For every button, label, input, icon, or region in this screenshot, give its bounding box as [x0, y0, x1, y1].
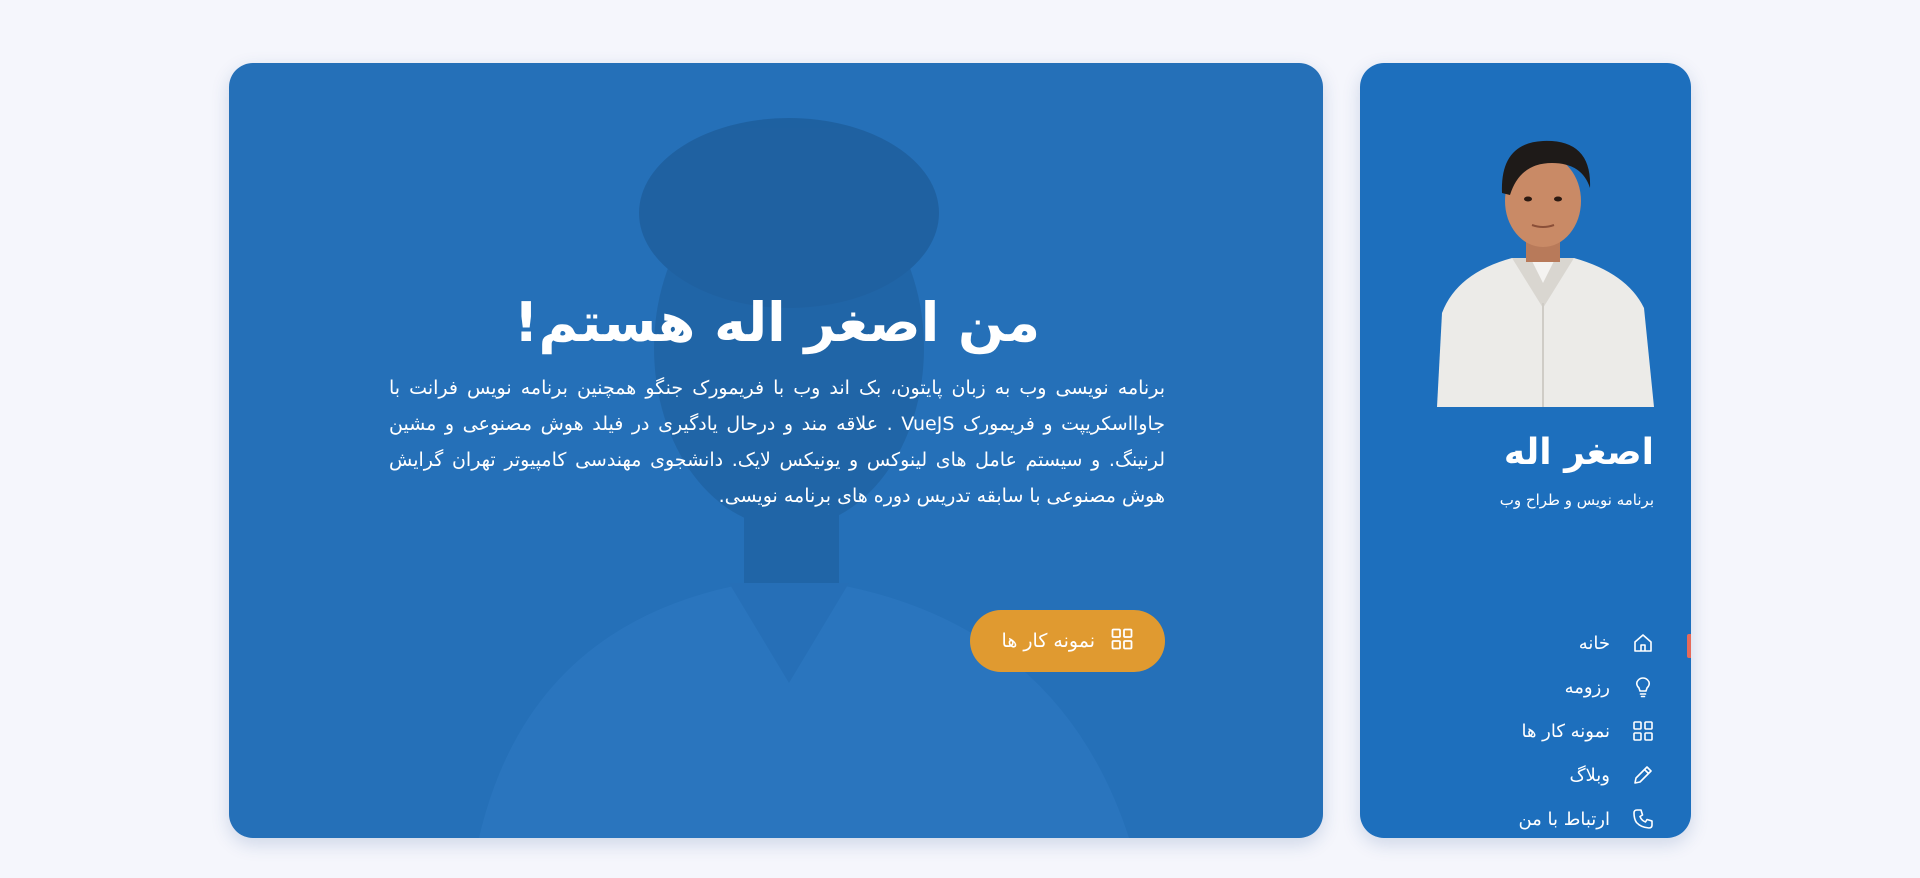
hero-card: من اصغر اله هستم! برنامه نویسی وب به زبا…	[229, 63, 1323, 838]
nav-item-label: ارتباط با من	[1518, 808, 1610, 830]
avatar	[1432, 133, 1654, 407]
page: من اصغر اله هستم! برنامه نویسی وب به زبا…	[0, 0, 1920, 878]
nav-item-label: وبلاگ	[1569, 764, 1610, 786]
nav-item-blog[interactable]: وبلاگ	[1518, 753, 1654, 797]
nav-item-resume[interactable]: رزومه	[1518, 665, 1654, 709]
hero-description: برنامه نویسی وب به زبان پایتون، بک اند و…	[389, 377, 1165, 507]
hero-content: من اصغر اله هستم! برنامه نویسی وب به زبا…	[389, 278, 1165, 672]
pencil-icon	[1632, 764, 1654, 786]
phone-icon	[1632, 808, 1654, 830]
profile-name: اصغر اله	[1503, 432, 1654, 473]
home-icon	[1632, 632, 1654, 654]
active-nav-indicator	[1687, 634, 1691, 658]
nav-item-portfolio[interactable]: نمونه کار ها	[1518, 709, 1654, 753]
sidebar-card: اصغر اله برنامه نویس و طراح وب خانه رزوم…	[1360, 63, 1691, 838]
grid-icon	[1632, 720, 1654, 742]
nav-item-contact[interactable]: ارتباط با من	[1518, 797, 1654, 838]
grid-icon	[1111, 628, 1133, 655]
nav-item-label: خانه	[1578, 632, 1610, 654]
lightbulb-icon	[1632, 676, 1654, 698]
nav-item-label: نمونه کار ها	[1521, 720, 1610, 742]
nav-item-home[interactable]: خانه	[1518, 621, 1654, 665]
portfolio-button-label: نمونه کار ها	[1001, 630, 1095, 652]
portfolio-button[interactable]: نمونه کار ها	[969, 610, 1165, 672]
sidebar-nav: خانه رزومه نمونه کار ها وبلاگ ارتباط با …	[1518, 621, 1654, 838]
nav-item-label: رزومه	[1564, 676, 1610, 698]
profile-role: برنامه نویس و طراح وب	[1499, 491, 1654, 509]
hero-title: من اصغر اله هستم!	[513, 291, 1041, 354]
